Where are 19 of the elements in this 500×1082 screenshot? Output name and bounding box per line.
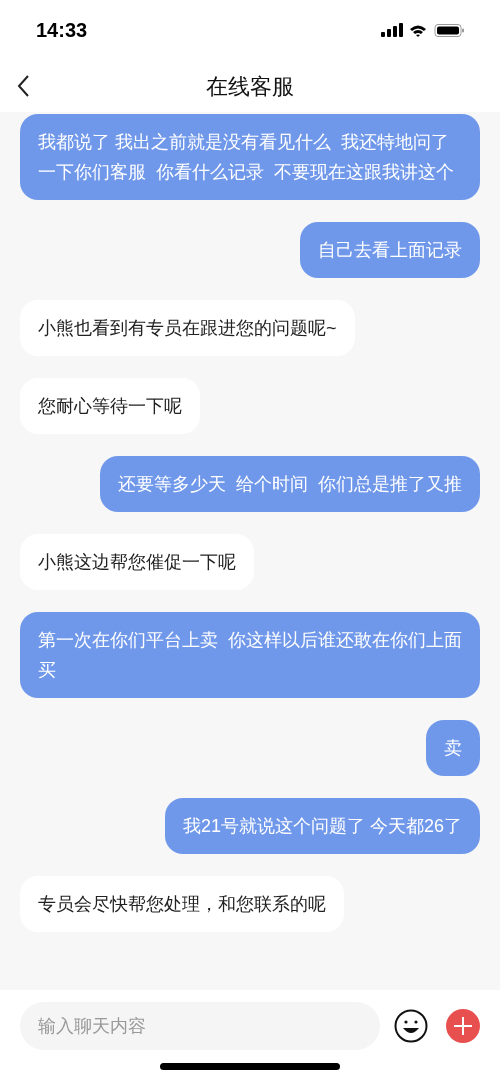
message-bubble: 第一次在你们平台上卖 你这样以后谁还敢在你们上面买 [20, 612, 480, 698]
battery-icon [434, 23, 464, 37]
status-time: 14:33 [36, 18, 88, 43]
message-bubble: 小熊也看到有专员在跟进您的问题呢~ [20, 300, 355, 356]
message-bubble: 您耐心等待一下呢 [20, 378, 200, 434]
page-title: 在线客服 [206, 72, 294, 101]
add-icon[interactable] [446, 1009, 480, 1043]
message-bubble: 我21号就说这个问题了 今天都26了 [164, 798, 480, 854]
signal-icon [381, 22, 403, 38]
message-bubble: 还要等多少天 给个时间 你们总是推了又推 [100, 456, 480, 512]
message-bubble: 小熊这边帮您催促一下呢 [20, 534, 254, 590]
message-bubble: 我都说了 我出之前就是没有看见什么 我还特地问了一下你们客服 你看什么记录 不要现在这跟我讲这个 [20, 114, 480, 200]
back-icon[interactable] [16, 74, 30, 98]
wifi-icon [410, 23, 427, 37]
message-bubble: 自己去看上面记录 [300, 222, 480, 278]
chat-input[interactable]: 输入聊天内容 [20, 1002, 380, 1050]
message-bubble: 专员会尽快帮您处理，和您联系的呢 [20, 876, 344, 932]
message-bubble: 卖 [426, 720, 480, 776]
emoji-icon[interactable] [394, 1009, 428, 1043]
